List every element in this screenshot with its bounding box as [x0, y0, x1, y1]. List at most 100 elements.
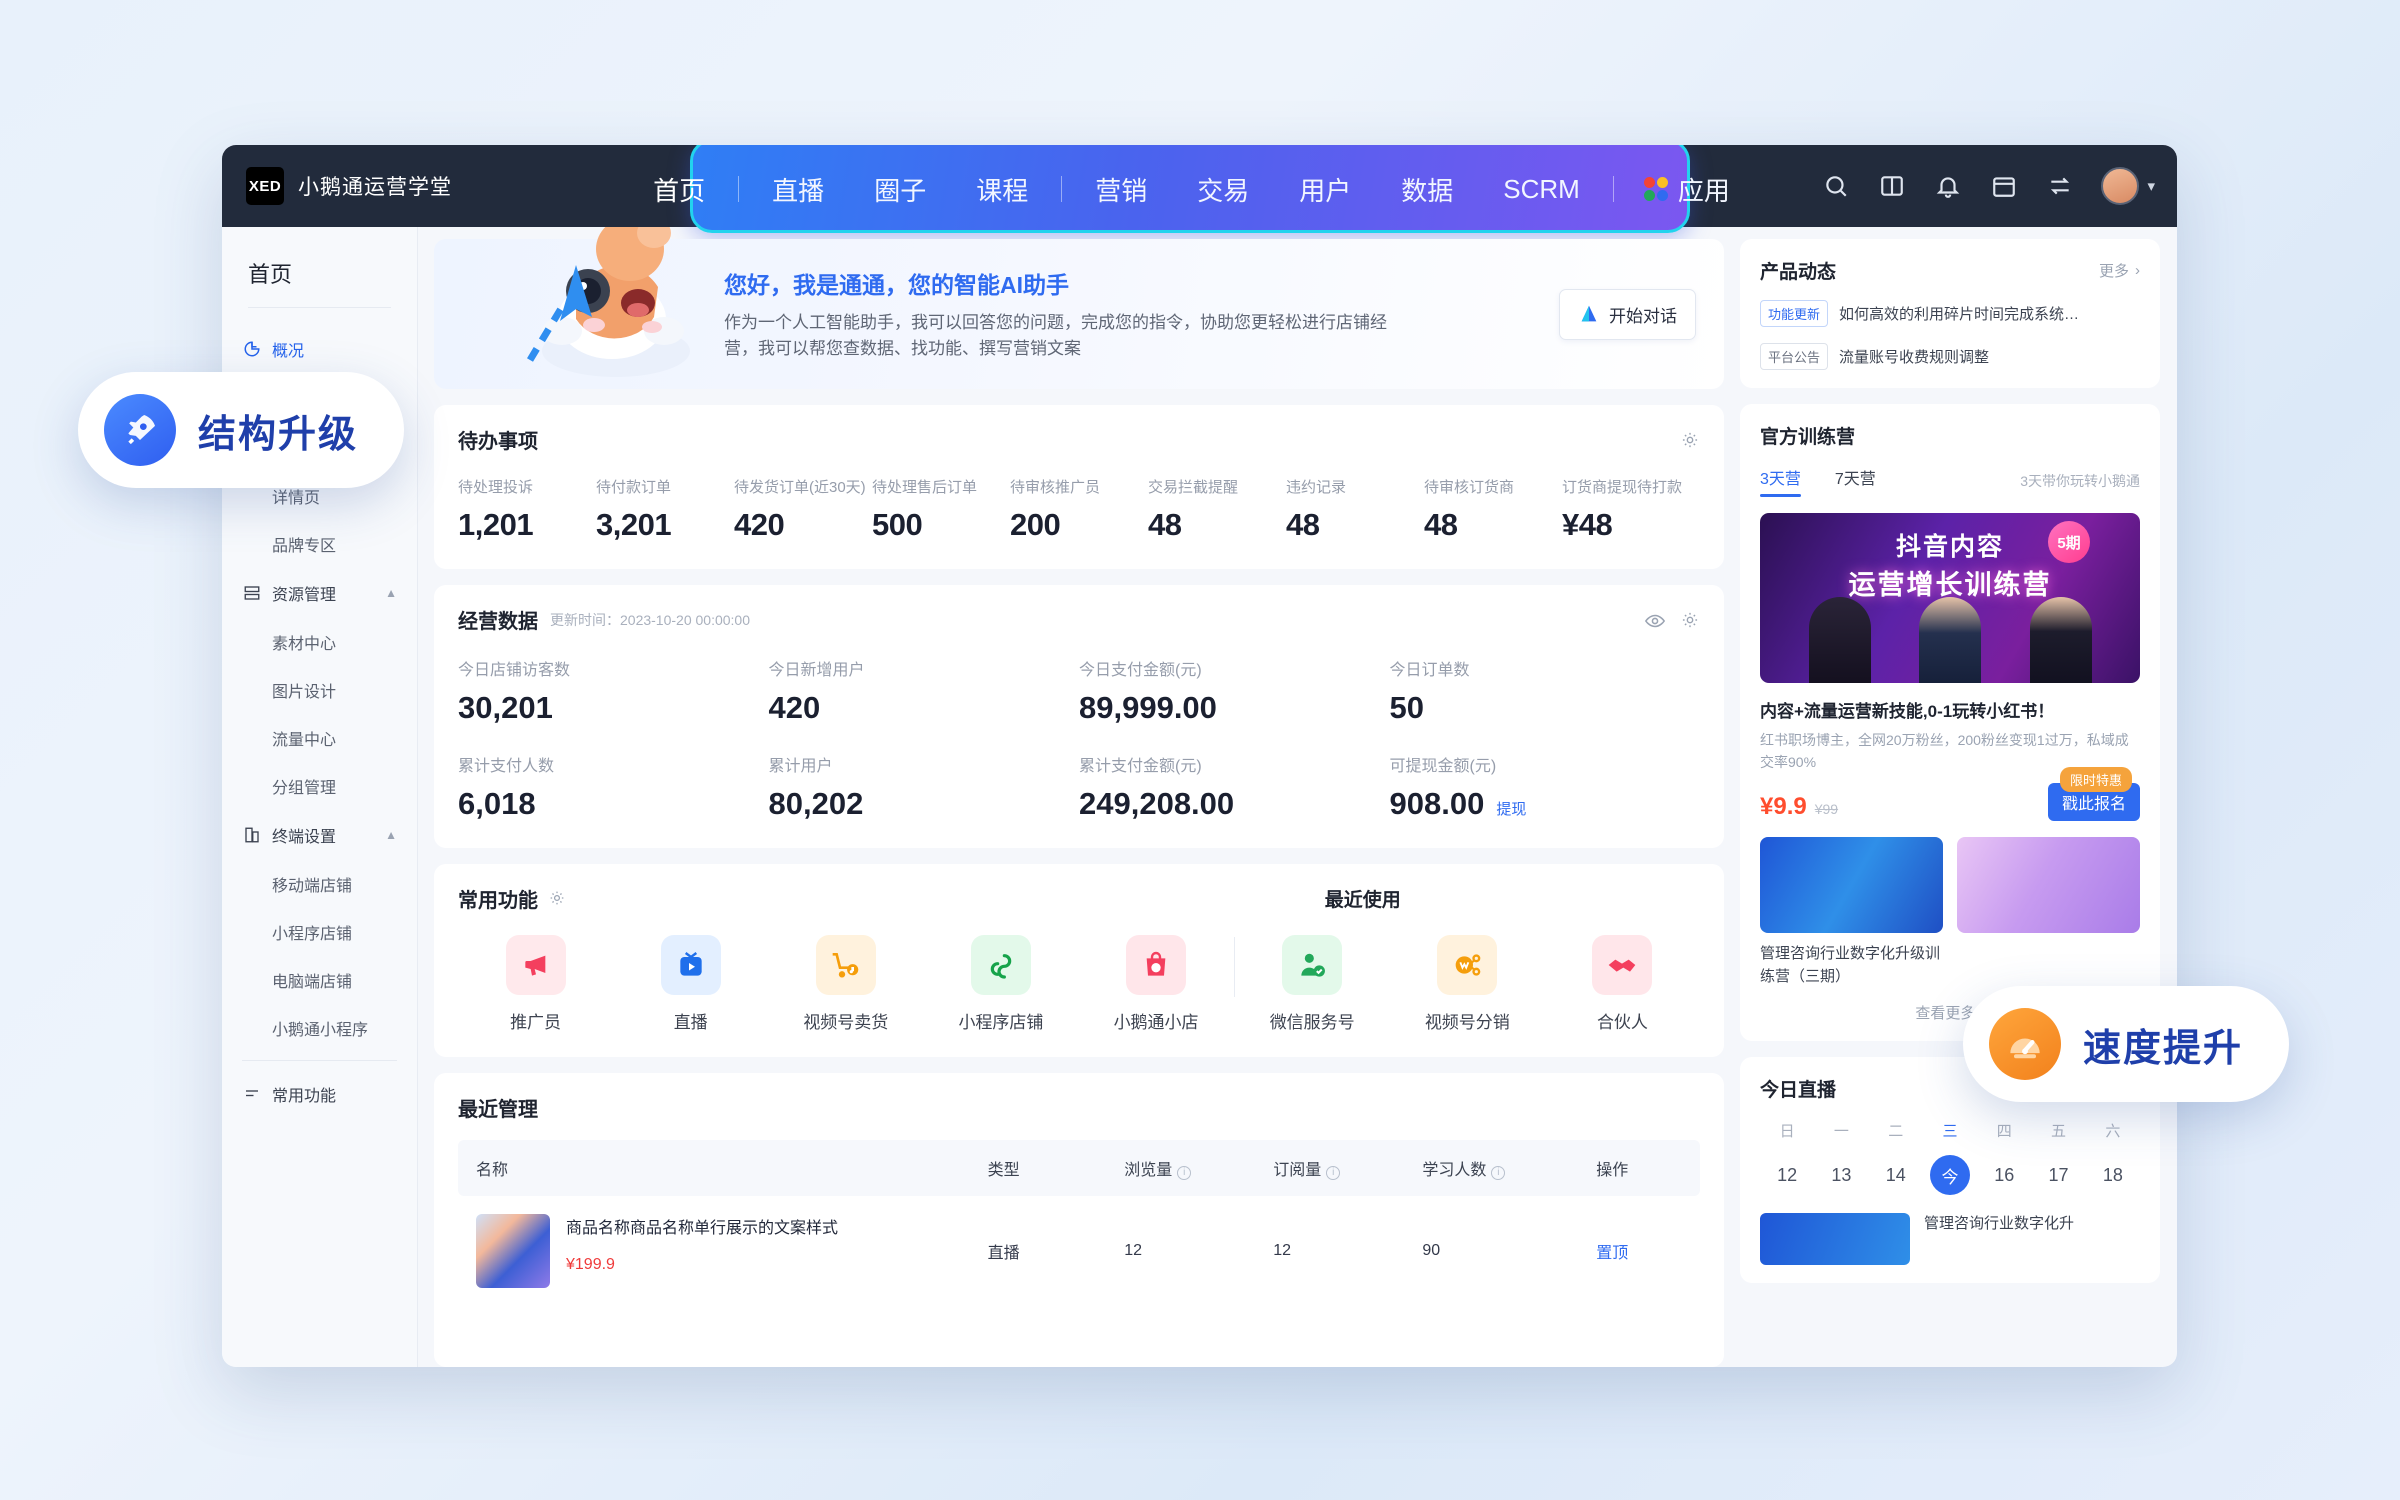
calendar-day[interactable]: 17 — [2031, 1165, 2085, 1186]
camp-mini-item[interactable]: 管理咨询行业数字化升级训练营（三期） — [1760, 837, 1943, 988]
brand-logo: XED — [246, 167, 284, 205]
cell-views: 12 — [1124, 1242, 1143, 1259]
search-icon[interactable] — [1821, 171, 1851, 201]
news-header: 产品动态 更多 › — [1760, 257, 2140, 284]
weekday: 一 — [1833, 1123, 1849, 1141]
sidebar-item-miniprogram-shop[interactable]: 小程序店铺 — [222, 908, 417, 956]
sidebar-item-common-functions[interactable]: 常用功能 — [222, 1069, 417, 1119]
stat-label: 今日订单数 — [1389, 662, 1470, 679]
stat-item[interactable]: 今日支付金额(元) 89,999.00 — [1079, 656, 1390, 726]
sidebar-item-overview[interactable]: 概况 — [222, 324, 417, 374]
todo-item[interactable]: 待处理售后订单 500 — [872, 476, 1010, 543]
stat-item[interactable]: 累计支付人数 6,018 — [458, 752, 769, 822]
user-menu[interactable]: ▾ — [2101, 167, 2155, 205]
tab-7day-camp[interactable]: 7天营 — [1835, 465, 1876, 497]
pin-top-link[interactable]: 置顶 — [1596, 1245, 1628, 1262]
camp-mini-item[interactable] — [1957, 837, 2140, 988]
sidebar-item-image-design[interactable]: 图片设计 — [222, 666, 417, 714]
function-item-wechat-service[interactable]: 微信服务号 — [1235, 935, 1390, 1033]
camp-promo-image[interactable]: 抖音内容 运营增长训练营 5期 — [1760, 513, 2140, 683]
brand[interactable]: XED 小鹅通运营学堂 — [222, 167, 474, 205]
promo-badge: 5期 — [2048, 521, 2090, 563]
live-item[interactable]: 管理咨询行业数字化升 — [1760, 1213, 2140, 1266]
stat-item[interactable]: 今日店铺访客数 30,201 — [458, 656, 769, 726]
todo-item[interactable]: 订货商提现待打款 ¥48 — [1562, 476, 1700, 543]
sidebar-item-xiaoetong-miniprogram[interactable]: 小鹅通小程序 — [222, 1004, 417, 1052]
sidebar-item-brandzone[interactable]: 品牌专区 — [222, 520, 417, 568]
sidebar-item-material-center[interactable]: 素材中心 — [222, 618, 417, 666]
nav-item-apps[interactable]: 应用 — [1622, 171, 1752, 208]
gear-icon[interactable] — [548, 889, 568, 909]
nav-item-circle[interactable]: 圈子 — [849, 171, 951, 208]
gear-icon[interactable] — [1680, 610, 1700, 630]
news-item[interactable]: 平台公告 流量账号收费规则调整 — [1760, 343, 2140, 370]
sidebar-item-pc-shop[interactable]: 电脑端店铺 — [222, 956, 417, 1004]
todo-item[interactable]: 待发货订单(近30天) 420 — [734, 476, 872, 543]
sidebar-item-label: 常用功能 — [272, 1088, 337, 1105]
tab-3day-camp[interactable]: 3天营 — [1760, 465, 1801, 497]
stat-item[interactable]: 累计支付金额(元) 249,208.00 — [1079, 752, 1390, 822]
gear-icon[interactable] — [1680, 430, 1700, 450]
sidebar-item-mobile-shop[interactable]: 移动端店铺 — [222, 860, 417, 908]
nav-item-scrm[interactable]: SCRM — [1478, 174, 1605, 205]
withdraw-link[interactable]: 提现 — [1496, 798, 1526, 819]
stat-item[interactable]: 今日新增用户 420 — [769, 656, 1080, 726]
calendar-day-today[interactable]: 今 — [1923, 1155, 1977, 1196]
eye-icon[interactable] — [1644, 610, 1666, 630]
sidebar-item-traffic-center[interactable]: 流量中心 — [222, 714, 417, 762]
todo-item[interactable]: 交易拦截提醒 48 — [1148, 476, 1286, 543]
stat-item[interactable]: 今日订单数 50 — [1390, 656, 1701, 726]
stat-item[interactable]: 可提现金额(元) 908.00 提现 — [1390, 752, 1701, 822]
start-chat-button[interactable]: 开始对话 — [1559, 288, 1696, 340]
function-item-partner[interactable]: 合伙人 — [1545, 935, 1700, 1033]
bell-icon[interactable] — [1933, 171, 1963, 201]
switch-icon[interactable] — [2045, 171, 2075, 201]
nav-apps-label: 应用 — [1677, 175, 1730, 206]
sidebar-item-group-management[interactable]: 分组管理 — [222, 762, 417, 810]
function-item-channel-distribution[interactable]: 视频号分销 — [1390, 935, 1545, 1033]
calendar-day[interactable]: 12 — [1760, 1165, 1814, 1186]
nav-item-user[interactable]: 用户 — [1274, 171, 1376, 208]
calendar-day[interactable]: 18 — [2086, 1165, 2140, 1186]
nav-item-trade[interactable]: 交易 — [1172, 171, 1274, 208]
news-item[interactable]: 功能更新 如何高效的利用碎片时间完成系统… — [1760, 300, 2140, 327]
function-item-promoter[interactable]: 推广员 — [458, 935, 613, 1033]
function-item-live[interactable]: 直播 — [613, 935, 768, 1033]
nav-item-home[interactable]: 首页 — [628, 171, 730, 208]
function-item-xiaoetong-shop[interactable]: 小鹅通小店 — [1079, 935, 1234, 1033]
nav-item-marketing[interactable]: 营销 — [1070, 171, 1172, 208]
function-label: 小程序店铺 — [958, 1013, 1044, 1032]
functions-header: 常用功能 最近使用 — [458, 884, 1700, 913]
nav-item-data[interactable]: 数据 — [1376, 171, 1478, 208]
table-row[interactable]: 商品名称商品名称单行展示的文案样式 ¥199.9 直播 12 12 90 置顶 — [458, 1196, 1700, 1306]
book-icon[interactable] — [1877, 171, 1907, 201]
todo-item[interactable]: 待付款订单 3,201 — [596, 476, 734, 543]
sidebar-item-label: 概况 — [272, 343, 305, 360]
calendar-day[interactable]: 13 — [1814, 1165, 1868, 1186]
nav-item-course[interactable]: 课程 — [951, 171, 1053, 208]
todo-item[interactable]: 待处理投诉 1,201 — [458, 476, 596, 543]
todo-item[interactable]: 待审核订货商 48 — [1424, 476, 1562, 543]
info-icon[interactable]: i — [1177, 1166, 1192, 1180]
news-more-link[interactable]: 更多 › — [2099, 260, 2140, 281]
todo-item[interactable]: 违约记录 48 — [1286, 476, 1424, 543]
promo-price-row: ¥9.9 ¥99 限时特惠 戳此报名 — [1760, 767, 2140, 822]
calendar-day[interactable]: 14 — [1869, 1165, 1923, 1186]
stats-grid: 今日店铺访客数 30,201 今日新增用户 420 今日支付金额(元) 89,9… — [458, 656, 1700, 822]
calendar-day[interactable]: 16 — [1977, 1165, 2031, 1186]
info-icon[interactable]: i — [1491, 1166, 1506, 1180]
todo-label: 违约记录 — [1286, 479, 1347, 496]
todo-item[interactable]: 待审核推广员 200 — [1010, 476, 1148, 543]
function-item-channel-sales[interactable]: 视频号卖货 — [768, 935, 923, 1033]
stat-item[interactable]: 累计用户 80,202 — [769, 752, 1080, 822]
calendar-icon[interactable] — [1989, 171, 2019, 201]
nav-item-live[interactable]: 直播 — [747, 171, 849, 208]
column-header-learners: 学习人数 i — [1414, 1140, 1589, 1196]
info-icon[interactable]: i — [1326, 1166, 1341, 1180]
badge-structure-upgrade: 结构升级 — [78, 372, 405, 488]
sidebar-item-terminal-settings[interactable]: 终端设置 ▲ — [222, 810, 417, 860]
sidebar-item-resource-management[interactable]: 资源管理 ▲ — [222, 568, 417, 618]
limited-offer-tag: 限时特惠 — [2059, 767, 2132, 793]
function-item-miniprogram-shop[interactable]: 小程序店铺 — [923, 935, 1078, 1033]
content-area: 您好，我是通通，您的智能AI助手 作为一个人工智能助手，我可以回答您的问题，完成… — [418, 227, 2177, 1367]
